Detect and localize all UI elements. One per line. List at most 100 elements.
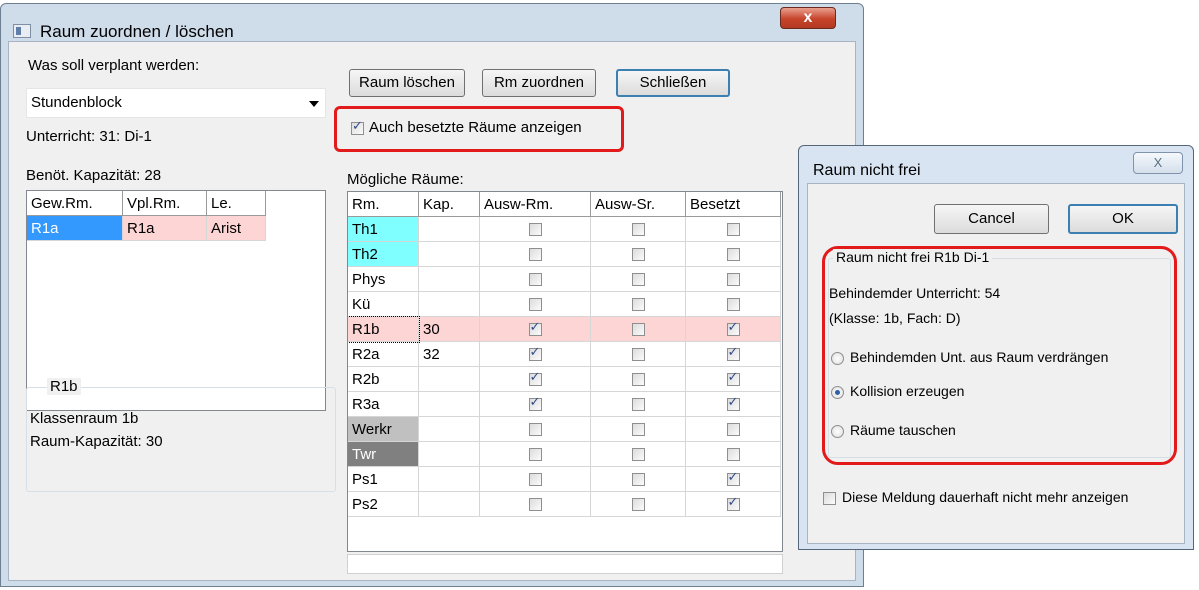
ausw-sr-checkbox[interactable] <box>631 273 645 287</box>
show-occupied-checkbox[interactable] <box>351 119 364 135</box>
assign-room-button[interactable]: Rm zuordnen <box>482 69 596 97</box>
cell-capacity[interactable]: 32 <box>418 341 480 367</box>
table-row[interactable]: R3a <box>348 391 781 417</box>
table-row[interactable]: Ps1 <box>348 466 781 492</box>
cell-room[interactable]: Kü <box>348 291 419 317</box>
chevron-down-icon[interactable] <box>309 101 319 107</box>
besetzt-checkbox[interactable] <box>726 495 740 512</box>
cell-le[interactable]: Arist <box>206 215 266 241</box>
show-occupied-label[interactable]: Auch besetzte Räume anzeigen <box>369 119 582 136</box>
table-row[interactable]: Th1 <box>348 216 781 242</box>
cell-vpl-rm[interactable]: R1a <box>122 215 207 241</box>
table-row[interactable]: Kü <box>348 291 781 317</box>
close-window-button[interactable]: x <box>780 7 836 29</box>
column-header-kap[interactable]: Kap. <box>418 192 480 217</box>
ausw-sr-checkbox[interactable] <box>631 373 645 387</box>
cell-capacity[interactable] <box>418 366 480 392</box>
ausw-sr-checkbox[interactable] <box>631 223 645 237</box>
table-row[interactable]: Ps2 <box>348 491 781 517</box>
table-row[interactable]: R1a R1a Arist <box>27 215 266 241</box>
column-header-besetzt[interactable]: Besetzt <box>685 192 781 217</box>
ausw-rm-checkbox[interactable] <box>528 320 542 337</box>
possible-rooms-grid[interactable]: Rm. Kap. Ausw-Rm. Ausw-Sr. Besetzt Th1 Th… <box>347 191 783 552</box>
besetzt-checkbox[interactable] <box>726 345 740 362</box>
cell-room[interactable]: Twr <box>348 441 419 467</box>
delete-room-button[interactable]: Raum löschen <box>349 69 465 97</box>
cell-gew-rm[interactable]: R1a <box>27 215 123 241</box>
column-header-vpl-rm[interactable]: Vpl.Rm. <box>122 191 207 216</box>
dont-show-again-label[interactable]: Diese Meldung dauerhaft nicht mehr anzei… <box>842 489 1128 505</box>
ausw-sr-checkbox[interactable] <box>631 248 645 262</box>
radio-swap-rooms[interactable] <box>831 425 844 438</box>
cell-capacity[interactable] <box>418 291 480 317</box>
ausw-rm-checkbox[interactable] <box>528 423 542 437</box>
cell-capacity[interactable] <box>418 466 480 492</box>
cell-capacity[interactable] <box>418 216 480 242</box>
ausw-rm-checkbox[interactable] <box>528 273 542 287</box>
ausw-rm-checkbox[interactable] <box>528 298 542 312</box>
besetzt-checkbox[interactable] <box>726 423 740 437</box>
cell-capacity[interactable] <box>418 491 480 517</box>
table-row[interactable]: Th2 <box>348 241 781 267</box>
dont-show-again-checkbox[interactable] <box>823 492 836 505</box>
cell-room[interactable]: R2b <box>348 366 419 392</box>
table-row[interactable]: Werkr <box>348 416 781 442</box>
ausw-rm-checkbox[interactable] <box>528 345 542 362</box>
cell-room[interactable]: Werkr <box>348 416 419 442</box>
besetzt-checkbox[interactable] <box>726 320 740 337</box>
column-header-le[interactable]: Le. <box>206 191 266 216</box>
cell-capacity[interactable] <box>418 441 480 467</box>
cell-room[interactable]: R2a <box>348 341 419 367</box>
besetzt-checkbox[interactable] <box>726 298 740 312</box>
ausw-sr-checkbox[interactable] <box>631 498 645 512</box>
ausw-rm-checkbox[interactable] <box>528 473 542 487</box>
besetzt-checkbox[interactable] <box>726 248 740 262</box>
cancel-button[interactable]: Cancel <box>934 204 1049 234</box>
cell-capacity[interactable]: 30 <box>418 316 480 342</box>
ausw-sr-checkbox[interactable] <box>631 323 645 337</box>
close-button[interactable]: Schließen <box>616 69 730 97</box>
radio-swap-rooms-label[interactable]: Räume tauschen <box>850 422 956 438</box>
cell-room[interactable]: Ps2 <box>348 491 419 517</box>
ausw-rm-checkbox[interactable] <box>528 248 542 262</box>
horizontal-scrollbar[interactable] <box>347 554 783 574</box>
besetzt-checkbox[interactable] <box>726 223 740 237</box>
ok-button[interactable]: OK <box>1068 204 1178 234</box>
besetzt-checkbox[interactable] <box>726 395 740 412</box>
cell-room[interactable]: Th1 <box>348 216 419 242</box>
cell-room[interactable]: R3a <box>348 391 419 417</box>
cell-capacity[interactable] <box>418 241 480 267</box>
cell-room[interactable]: Phys <box>348 266 419 292</box>
ausw-sr-checkbox[interactable] <box>631 348 645 362</box>
ausw-sr-checkbox[interactable] <box>631 423 645 437</box>
besetzt-checkbox[interactable] <box>726 448 740 462</box>
plan-combobox[interactable]: Stundenblock <box>26 88 326 118</box>
ausw-sr-checkbox[interactable] <box>631 298 645 312</box>
besetzt-checkbox[interactable] <box>726 370 740 387</box>
cell-capacity[interactable] <box>418 266 480 292</box>
column-header-ausw-sr[interactable]: Ausw-Sr. <box>590 192 686 217</box>
table-row[interactable]: Twr <box>348 441 781 467</box>
besetzt-checkbox[interactable] <box>726 470 740 487</box>
ausw-rm-checkbox[interactable] <box>528 498 542 512</box>
ausw-rm-checkbox[interactable] <box>528 370 542 387</box>
column-header-gew-rm[interactable]: Gew.Rm. <box>27 191 123 216</box>
radio-create-collision-label[interactable]: Kollision erzeugen <box>850 383 964 399</box>
cell-room[interactable]: R1b <box>348 315 420 343</box>
ausw-rm-checkbox[interactable] <box>528 223 542 237</box>
radio-displace-lesson[interactable] <box>831 352 844 365</box>
cell-capacity[interactable] <box>418 416 480 442</box>
cell-capacity[interactable] <box>418 391 480 417</box>
column-header-ausw-rm[interactable]: Ausw-Rm. <box>479 192 591 217</box>
ausw-rm-checkbox[interactable] <box>528 448 542 462</box>
table-row[interactable]: R1b 30 <box>348 315 781 343</box>
column-header-rm[interactable]: Rm. <box>348 192 419 217</box>
cell-room[interactable]: Th2 <box>348 241 419 267</box>
table-row[interactable]: R2b <box>348 366 781 392</box>
besetzt-checkbox[interactable] <box>726 273 740 287</box>
table-row[interactable]: R2a 32 <box>348 341 781 367</box>
ausw-rm-checkbox[interactable] <box>528 395 542 412</box>
ausw-sr-checkbox[interactable] <box>631 473 645 487</box>
radio-create-collision[interactable] <box>831 386 844 399</box>
cell-room[interactable]: Ps1 <box>348 466 419 492</box>
